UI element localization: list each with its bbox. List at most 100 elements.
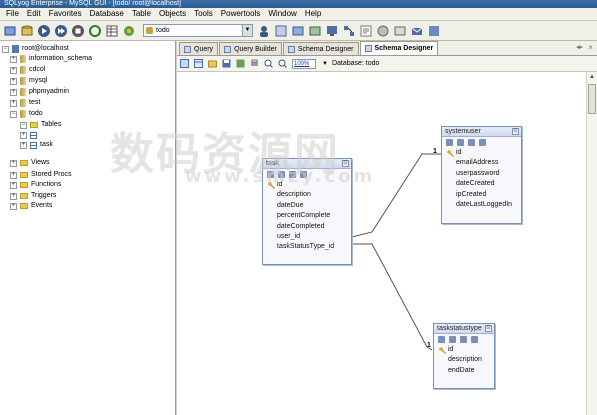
zoom-select[interactable]: 100% (292, 58, 316, 69)
manage-relations-icon[interactable] (468, 139, 475, 146)
close-icon[interactable]: ⊡ (342, 160, 349, 167)
tab-query[interactable]: Query (179, 42, 219, 55)
tree-folder-stored-procs[interactable]: + Stored Procs (10, 170, 71, 180)
expand-icon[interactable]: + (20, 141, 27, 149)
table-icon[interactable] (105, 24, 119, 38)
chevron-down-icon[interactable]: ▼ (322, 61, 328, 67)
entity-task[interactable]: task ⊡ id description dateDue percentCom… (262, 158, 352, 265)
table-options-icon[interactable] (471, 336, 478, 343)
entity-systemuser[interactable]: systemuser ⊡ id emailAddress userpasswor… (441, 126, 522, 224)
tree-db-test[interactable]: + test (10, 98, 40, 108)
edit-table-icon[interactable] (438, 336, 445, 343)
tree-db-phpmyadmin[interactable]: + phpmyadmin (10, 87, 69, 97)
open-icon[interactable] (208, 59, 217, 68)
menu-objects[interactable]: Objects (155, 8, 190, 20)
edit-table-icon[interactable] (267, 171, 274, 178)
new-table-icon[interactable] (194, 59, 203, 68)
entity-taskstatustype[interactable]: taskstatustype ⊡ id description endDate (433, 323, 495, 389)
print-icon[interactable] (250, 59, 259, 68)
monitor-icon[interactable] (325, 24, 339, 38)
expand-icon[interactable]: + (10, 99, 17, 107)
vertical-scrollbar[interactable]: ▲ (586, 72, 597, 415)
menu-file[interactable]: File (2, 8, 23, 20)
stop-icon[interactable] (71, 24, 85, 38)
execute-icon[interactable] (37, 24, 51, 38)
schema-designer-icon[interactable] (342, 24, 356, 38)
tab-scroll-icon[interactable]: ◂▸ (576, 43, 583, 51)
close-icon[interactable]: × (588, 43, 593, 52)
close-icon[interactable]: ⊡ (512, 128, 519, 135)
expand-icon[interactable]: + (10, 192, 17, 200)
schema-canvas[interactable]: ∞ ∞ 1 1 task ⊡ id description dateDue pe… (177, 72, 586, 415)
backup-icon[interactable] (393, 24, 407, 38)
tree-db-information-schema[interactable]: + information_schema (10, 54, 92, 64)
menu-tools[interactable]: Tools (190, 8, 217, 20)
tree-table[interactable]: + (20, 130, 40, 140)
zoom-out-icon[interactable] (278, 59, 287, 68)
user-manager-icon[interactable] (257, 24, 271, 38)
collapse-icon[interactable]: − (10, 110, 17, 118)
scroll-up-icon[interactable]: ▲ (587, 72, 597, 82)
tree-db-todo[interactable]: − todo (10, 109, 43, 119)
menu-edit[interactable]: Edit (23, 8, 45, 20)
notify-icon[interactable] (410, 24, 424, 38)
favorite-icon[interactable] (122, 24, 136, 38)
menu-help[interactable]: Help (301, 8, 325, 20)
collapse-icon[interactable]: − (20, 121, 27, 129)
manage-indexes-icon[interactable] (449, 336, 456, 343)
menu-database[interactable]: Database (86, 8, 128, 20)
database-select[interactable]: todo ▼ (143, 24, 253, 37)
tab-query-builder[interactable]: Query Builder (219, 42, 282, 55)
entity-header[interactable]: task ⊡ (263, 159, 351, 169)
copy-database-icon[interactable] (274, 24, 288, 38)
tree-root[interactable]: − root@localhost (2, 44, 69, 54)
edit-table-icon[interactable] (446, 139, 453, 146)
manage-relations-icon[interactable] (289, 171, 296, 178)
tree-folder-views[interactable]: + Views (10, 158, 50, 168)
expand-icon[interactable]: + (10, 159, 17, 167)
tree-folder-triggers[interactable]: + Triggers (10, 191, 56, 201)
tab-schema-designer[interactable]: Schema Designer (282, 42, 359, 55)
collapse-icon[interactable]: − (2, 45, 9, 53)
entity-header[interactable]: systemuser ⊡ (442, 127, 521, 137)
object-browser[interactable]: − root@localhost + information_schema + … (0, 41, 176, 415)
tree-folder-functions[interactable]: + Functions (10, 180, 61, 190)
expand-icon[interactable]: + (10, 66, 17, 74)
zoom-in-icon[interactable] (264, 59, 273, 68)
menu-favorites[interactable]: Favorites (45, 8, 86, 20)
expand-icon[interactable]: + (10, 202, 17, 210)
tree-folder-tables[interactable]: − Tables (20, 120, 61, 130)
tree-folder-events[interactable]: + Events (10, 201, 52, 211)
manage-indexes-icon[interactable] (278, 171, 285, 178)
menu-table[interactable]: Table (128, 8, 155, 20)
tab-schema-designer-active[interactable]: Schema Designer (359, 41, 439, 55)
query-builder-icon[interactable] (359, 24, 373, 38)
settings-icon[interactable] (376, 24, 390, 38)
expand-icon[interactable]: + (10, 171, 17, 179)
expand-icon[interactable]: + (10, 77, 17, 85)
expand-icon[interactable]: + (10, 55, 17, 63)
expand-icon[interactable]: + (20, 131, 27, 139)
sync-icon[interactable] (427, 24, 441, 38)
save-icon[interactable] (222, 59, 231, 68)
tree-table-task[interactable]: + task (20, 140, 53, 150)
tree-db-mysql[interactable]: + mysql (10, 76, 47, 86)
manage-relations-icon[interactable] (460, 336, 467, 343)
database-icon[interactable] (20, 24, 34, 38)
new-connection-icon[interactable] (3, 24, 17, 38)
menu-powertools[interactable]: Powertools (217, 8, 265, 20)
expand-icon[interactable]: + (10, 181, 17, 189)
import-icon[interactable] (308, 24, 322, 38)
execute-all-icon[interactable] (54, 24, 68, 38)
add-table-icon[interactable] (180, 59, 189, 68)
manage-indexes-icon[interactable] (457, 139, 464, 146)
menu-window[interactable]: Window (264, 8, 300, 20)
close-icon[interactable]: ⊡ (485, 325, 492, 332)
expand-icon[interactable]: + (10, 88, 17, 96)
refresh-icon[interactable] (88, 24, 102, 38)
scroll-thumb[interactable] (588, 84, 596, 114)
table-options-icon[interactable] (479, 139, 486, 146)
entity-header[interactable]: taskstatustype ⊡ (434, 324, 494, 334)
tree-db-cdcol[interactable]: + cdcol (10, 65, 45, 75)
export-image-icon[interactable] (236, 59, 245, 68)
